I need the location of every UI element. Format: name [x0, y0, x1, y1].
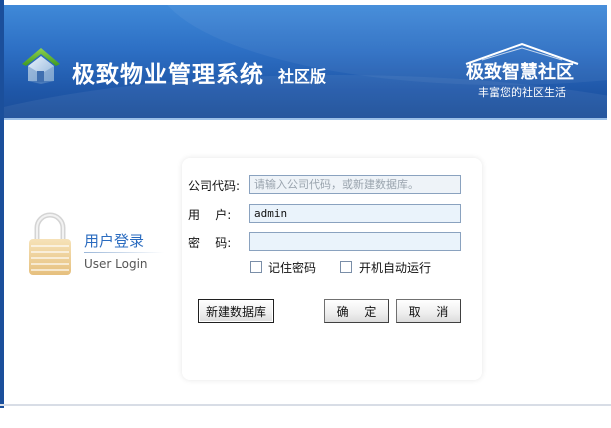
brand-name: 极致智慧社区 [466, 62, 574, 83]
company-code-label: 公司代码: [188, 179, 241, 193]
username-label: 用 户: [188, 208, 232, 222]
remember-password-checkbox[interactable] [250, 261, 262, 273]
cancel-button[interactable]: 取 消 [396, 299, 461, 323]
window-bottom-border [0, 404, 611, 406]
login-divider [84, 252, 164, 253]
auto-run-checkbox[interactable] [340, 261, 352, 273]
login-title: 用户登录 [84, 232, 145, 250]
remember-password-label[interactable]: 记住密码 [268, 259, 316, 276]
company-code-input[interactable] [249, 175, 461, 194]
password-label: 密 码: [188, 236, 232, 250]
password-input[interactable] [249, 232, 461, 251]
house-icon [22, 48, 60, 84]
auto-run-label[interactable]: 开机自动运行 [359, 259, 431, 276]
app-edition: 社区版 [278, 67, 327, 86]
ok-button[interactable]: 确 定 [324, 299, 389, 323]
login-subtitle: User Login [84, 257, 148, 271]
app-title: 极致物业管理系统 [72, 62, 264, 88]
lock-icon [29, 212, 71, 275]
username-input[interactable] [249, 204, 461, 223]
new-database-button[interactable]: 新建数据库 [198, 299, 274, 323]
banner-divider [4, 118, 607, 120]
login-window: 极致物业管理系统 社区版 极致智慧社区 丰富您的社区生活 用户登录 User L… [0, 0, 611, 428]
brand-slogan: 丰富您的社区生活 [478, 86, 566, 99]
